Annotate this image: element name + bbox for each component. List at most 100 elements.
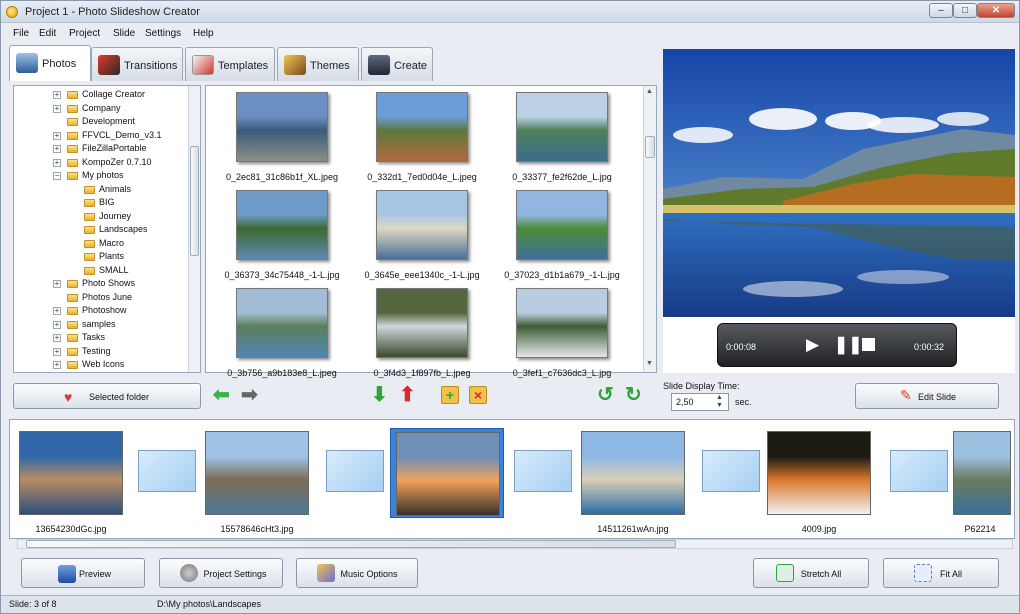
spin-down-icon[interactable]: ▼ bbox=[716, 402, 723, 409]
folder-tree-item[interactable]: Animals bbox=[14, 183, 186, 196]
rotate-left-icon[interactable]: ↺ bbox=[597, 385, 614, 405]
rotate-right-icon[interactable]: ↻ bbox=[625, 385, 642, 405]
tree-expander-icon[interactable]: + bbox=[53, 91, 61, 99]
menu-file[interactable]: File bbox=[13, 28, 29, 39]
scroll-down-arrow[interactable]: ▼ bbox=[646, 360, 653, 367]
tree-expander-icon[interactable]: + bbox=[53, 158, 61, 167]
photo-thumbnail[interactable]: 0_3fef1_c7636dc3_L.jpg bbox=[512, 288, 612, 380]
edit-slide-button[interactable]: ✎ Edit Slide bbox=[855, 383, 999, 409]
folder-tree-item[interactable]: Plants bbox=[14, 250, 186, 263]
transition-icon[interactable] bbox=[138, 450, 196, 492]
folder-tree-item[interactable]: + FileZillaPortable bbox=[14, 142, 186, 155]
timeline-scrollbar[interactable] bbox=[17, 539, 1013, 549]
transition-icon[interactable] bbox=[890, 450, 948, 492]
photo-thumbnail[interactable]: 0_332d1_7ed0d04e_L.jpeg bbox=[367, 92, 477, 184]
photo-grid-scrollbar[interactable]: ▲ ▼ bbox=[643, 86, 656, 372]
project-settings-button[interactable]: Project Settings bbox=[159, 558, 283, 588]
folder-tree-item[interactable]: Development bbox=[14, 115, 186, 128]
timeline-slide-selected[interactable]: 12144255sBl.jpg bbox=[390, 428, 504, 535]
minimize-button[interactable]: – bbox=[929, 3, 953, 18]
timeline-slide[interactable]: P62214 bbox=[948, 428, 1012, 534]
transition-icon[interactable] bbox=[702, 450, 760, 492]
folder-tree-scrollbar[interactable] bbox=[188, 86, 200, 372]
tree-expander-icon[interactable]: − bbox=[53, 172, 61, 180]
play-icon[interactable]: ▶ bbox=[806, 335, 819, 355]
folder-tree-item[interactable]: + Photo Shows bbox=[14, 277, 186, 290]
arrow-left-icon[interactable]: ⬅ bbox=[213, 385, 230, 405]
tree-expander-icon[interactable]: + bbox=[53, 320, 61, 329]
folder-tree-item[interactable]: + Photoshow bbox=[14, 304, 186, 317]
folder-tree-item[interactable]: Landscapes bbox=[14, 223, 186, 236]
folder-tree-item[interactable]: + Company bbox=[14, 102, 186, 115]
photo-grid-scroll-thumb[interactable] bbox=[645, 136, 655, 158]
photo-thumbnail[interactable]: 0_33377_fe2f62de_L.jpg bbox=[512, 92, 612, 184]
move-down-icon[interactable]: ⬇ bbox=[371, 385, 388, 405]
title-bar[interactable]: Project 1 - Photo Slideshow Creator – □ … bbox=[1, 1, 1019, 23]
photo-thumbnail[interactable]: 0_2ec81_31c86b1f_XL.jpeg bbox=[226, 92, 338, 184]
fit-all-button[interactable]: Fit All bbox=[883, 558, 999, 588]
arrow-right-icon[interactable]: ➡ bbox=[241, 385, 258, 405]
folder-tree-item[interactable]: Photos June bbox=[14, 291, 186, 304]
music-options-button[interactable]: Music Options bbox=[296, 558, 418, 588]
tab-create[interactable]: Create bbox=[361, 47, 433, 81]
photo-thumbnail[interactable]: 0_3b756_a9b183e8_L.jpeg bbox=[227, 288, 337, 380]
folder-tree-item[interactable]: + Testing bbox=[14, 345, 186, 358]
timeline-slide[interactable]: 13654230dGc.jpg bbox=[14, 428, 128, 534]
folder-tree-item[interactable]: + Tasks bbox=[14, 331, 186, 344]
timeline-scroll-thumb[interactable] bbox=[26, 540, 676, 548]
folder-tree[interactable]: + Collage Creator + Company Development + FFVC… bbox=[13, 85, 201, 373]
folder-tree-item[interactable]: − My photos bbox=[14, 169, 186, 182]
close-button[interactable]: ✕ bbox=[977, 3, 1015, 18]
tree-expander-icon[interactable]: + bbox=[53, 280, 61, 288]
folder-tree-item[interactable]: + KompoZer 0.7.10 bbox=[14, 156, 186, 169]
add-photo-icon[interactable]: + bbox=[441, 386, 459, 404]
timeline-slide[interactable]: 4009.jpg bbox=[762, 428, 876, 534]
menu-slide[interactable]: Slide bbox=[113, 28, 135, 39]
tab-templates[interactable]: Templates bbox=[185, 47, 275, 81]
preview-landscape-image bbox=[663, 49, 1015, 317]
tab-themes[interactable]: Themes bbox=[277, 47, 359, 81]
transition-icon[interactable] bbox=[514, 450, 572, 492]
transition-icon[interactable] bbox=[326, 450, 384, 492]
tab-transitions[interactable]: Transitions bbox=[91, 47, 183, 81]
photo-thumbnail[interactable]: 0_3f4d3_1f897fb_L.jpeg bbox=[372, 288, 472, 380]
menu-edit[interactable]: Edit bbox=[39, 28, 56, 39]
tab-photos[interactable]: Photos bbox=[9, 45, 91, 81]
preview-button[interactable]: Preview bbox=[21, 558, 145, 588]
pause-icon[interactable]: ❚❚ bbox=[834, 335, 863, 355]
folder-tree-item[interactable]: SMALL bbox=[14, 264, 186, 277]
folder-tree-item[interactable]: + Collage Creator bbox=[14, 88, 186, 101]
scroll-up-arrow[interactable]: ▲ bbox=[646, 88, 653, 95]
slide-time-spinner[interactable]: 2,50 ▲ ▼ bbox=[671, 393, 729, 411]
tree-expander-icon[interactable]: + bbox=[53, 307, 61, 315]
folder-tree-item[interactable]: Macro bbox=[14, 237, 186, 250]
tree-expander-icon[interactable]: + bbox=[53, 361, 61, 369]
stretch-all-button[interactable]: Stretch All bbox=[753, 558, 869, 588]
menu-project[interactable]: Project bbox=[69, 28, 100, 39]
tree-expander-icon[interactable]: + bbox=[53, 131, 61, 140]
stop-icon[interactable] bbox=[862, 338, 875, 351]
tree-expander-icon[interactable]: + bbox=[53, 145, 61, 153]
move-up-icon[interactable]: ⬆ bbox=[399, 385, 416, 405]
remove-photo-icon[interactable]: × bbox=[469, 386, 487, 404]
timeline-slide[interactable]: 15578646cHt3.jpg bbox=[200, 428, 314, 534]
spin-up-icon[interactable]: ▲ bbox=[716, 394, 723, 401]
photo-thumbnail[interactable]: 0_36373_34c75448_-1-L.jpg bbox=[224, 190, 340, 282]
folder-tree-item[interactable]: BIG bbox=[14, 196, 186, 209]
menu-help[interactable]: Help bbox=[193, 28, 214, 39]
folder-tree-item[interactable]: + FFVCL_Demo_v3.1 bbox=[14, 129, 186, 142]
tree-expander-icon[interactable]: + bbox=[53, 104, 61, 113]
folder-tree-item[interactable]: + Web Icons bbox=[14, 358, 186, 371]
tree-expander-icon[interactable]: + bbox=[53, 347, 61, 356]
folder-tree-scroll-thumb[interactable] bbox=[190, 146, 199, 256]
tree-expander-icon[interactable]: + bbox=[53, 334, 61, 342]
menu-settings[interactable]: Settings bbox=[145, 28, 181, 39]
folder-icon bbox=[67, 145, 78, 153]
timeline-slide[interactable]: 14511261wAn.jpg bbox=[576, 428, 690, 534]
photo-thumbnail[interactable]: 0_3645e_eee1340c_-1-L.jpg bbox=[364, 190, 480, 282]
selected-folder-button[interactable]: ♥ Selected folder bbox=[13, 383, 201, 409]
photo-thumbnail[interactable]: 0_37023_d1b1a679_-1-L.jpg bbox=[504, 190, 620, 282]
folder-tree-item[interactable]: Journey bbox=[14, 210, 186, 223]
maximize-button[interactable]: □ bbox=[953, 3, 977, 18]
folder-tree-item[interactable]: + samples bbox=[14, 318, 186, 331]
